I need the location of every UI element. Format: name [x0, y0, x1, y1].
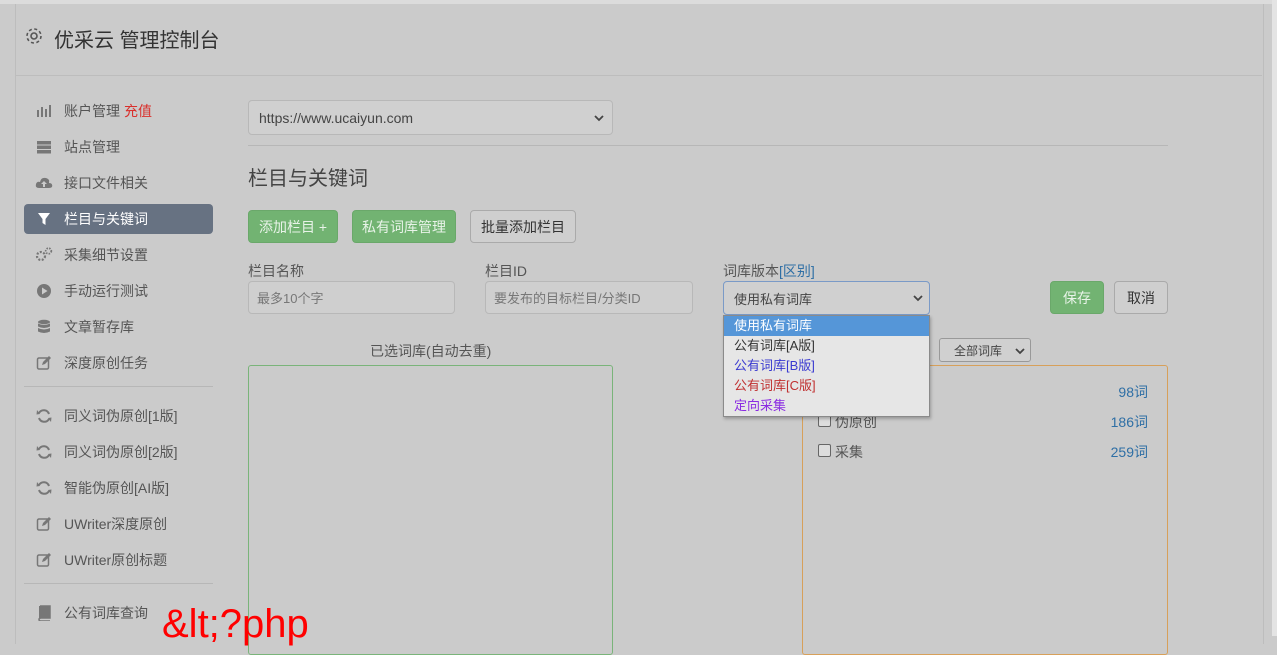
play-circle-icon: [35, 282, 53, 300]
library-checkbox[interactable]: [818, 444, 831, 457]
filter-icon: [35, 210, 53, 228]
library-count: 259词: [1110, 444, 1148, 460]
sidebar-item-ai-rewrite[interactable]: 智能伪原创[AI版]: [24, 473, 213, 503]
sidebar-divider: [24, 386, 213, 387]
sidebar-item-label: 同义词伪原创[1版]: [64, 408, 178, 424]
cancel-button[interactable]: 取消: [1114, 281, 1168, 314]
sidebar-item-sites[interactable]: 站点管理: [24, 132, 213, 162]
library-version-label: 词库版本[区别]: [723, 261, 815, 281]
dropdown-option-public-c[interactable]: 公有词库[C版]: [724, 376, 929, 396]
sidebar-item-label: 深度原创任务: [64, 355, 148, 371]
library-version-dropdown: 使用私有词库 公有词库[A版] 公有词库[B版] 公有词库[C版] 定向采集: [723, 315, 930, 417]
page-title: 优采云 管理控制台: [54, 30, 220, 52]
sidebar-item-collect-settings[interactable]: 采集细节设置: [24, 240, 213, 270]
divider: [248, 145, 1168, 146]
section-title: 栏目与关键词: [248, 168, 368, 190]
sidebar-item-label: 公有词库查询: [64, 605, 148, 621]
sidebar-item-label: 手动运行测试: [64, 283, 148, 299]
header: 优采云 管理控制台: [16, 4, 1262, 76]
sidebar-item-synonym-v1[interactable]: 同义词伪原创[1版]: [24, 401, 213, 431]
edit-icon: [35, 551, 53, 569]
library-filter-value: 全部词库: [954, 343, 1003, 358]
sidebar-item-label: 智能伪原创[AI版]: [64, 480, 170, 496]
dropdown-option-public-a[interactable]: 公有词库[A版]: [724, 336, 929, 356]
library-row[interactable]: 采集 259词: [818, 442, 1148, 462]
library-filter-select[interactable]: 全部词库: [939, 338, 1031, 362]
column-name-input[interactable]: 最多10个字: [248, 281, 455, 314]
column-name-label: 栏目名称: [248, 263, 304, 279]
edit-icon: [35, 515, 53, 533]
refresh-icon: [35, 443, 53, 461]
sidebar-item-manual-run[interactable]: 手动运行测试: [24, 276, 213, 306]
sidebar-item-article-store[interactable]: 文章暂存库: [24, 312, 213, 342]
sidebar-item-deep-original[interactable]: 深度原创任务: [24, 348, 213, 378]
sidebar-item-label: 站点管理: [64, 139, 120, 155]
column-id-label: 栏目ID: [485, 263, 527, 279]
sidebar-item-label: UWriter原创标题: [64, 552, 168, 568]
sidebar-divider: [24, 583, 213, 584]
bar-chart-icon: [35, 102, 53, 120]
book-icon: [35, 604, 53, 622]
library-name: 采集: [835, 444, 863, 460]
dropdown-option-targeted[interactable]: 定向采集: [724, 396, 929, 416]
edit-icon: [35, 354, 53, 372]
difference-link[interactable]: [区别]: [779, 263, 815, 279]
library-version-label-text: 词库版本: [723, 263, 779, 279]
chevron-down-icon: [1015, 345, 1025, 359]
selected-libraries-title: 已选词库(自动去重): [370, 343, 492, 359]
scrollbar-track[interactable]: [1272, 0, 1277, 636]
database-icon: [35, 318, 53, 336]
gear-icon: [24, 26, 44, 49]
library-version-value: 使用私有词库: [734, 291, 813, 307]
dropdown-option-public-b[interactable]: 公有词库[B版]: [724, 356, 929, 376]
dropdown-option-private[interactable]: 使用私有词库: [724, 316, 929, 336]
save-button[interactable]: 保存: [1050, 281, 1104, 314]
site-select[interactable]: https://www.ucaiyun.com: [248, 100, 613, 135]
sidebar-item-uwriter-title[interactable]: UWriter原创标题: [24, 545, 213, 575]
library-count: 186词: [1110, 414, 1148, 430]
sidebar-item-label: 采集细节设置: [64, 247, 148, 263]
private-library-button[interactable]: 私有词库管理: [352, 210, 456, 243]
column-id-input[interactable]: 要发布的目标栏目/分类ID: [485, 281, 693, 314]
refresh-icon: [35, 407, 53, 425]
sidebar-item-interface[interactable]: 接口文件相关: [24, 168, 213, 198]
site-select-value: https://www.ucaiyun.com: [259, 109, 414, 126]
chevron-down-icon: [594, 111, 604, 127]
chevron-down-icon: [913, 292, 923, 307]
overlay-php-text: &lt;?php: [162, 602, 309, 646]
add-column-button[interactable]: 添加栏目 +: [248, 210, 338, 243]
library-version-select[interactable]: 使用私有词库: [723, 281, 930, 315]
cogs-icon: [35, 246, 53, 264]
refresh-icon: [35, 479, 53, 497]
cloud-upload-icon: [35, 174, 53, 192]
recharge-link[interactable]: 充值: [124, 101, 152, 121]
server-icon: [35, 138, 53, 156]
library-count: 98词: [1118, 384, 1148, 400]
sidebar-item-label: UWriter深度原创: [64, 516, 168, 532]
sidebar-item-synonym-v2[interactable]: 同义词伪原创[2版]: [24, 437, 213, 467]
sidebar-item-label: 同义词伪原创[2版]: [64, 444, 178, 460]
sidebar-item-account[interactable]: 账户管理 充值: [24, 96, 213, 126]
sidebar-item-label: 接口文件相关: [64, 175, 148, 191]
sidebar-item-label: 栏目与关键词: [64, 211, 148, 227]
sidebar: 账户管理 充值 站点管理 接口文件相关 栏目与关键词 采集细节设置 手动运行测试…: [24, 96, 214, 634]
batch-add-column-button[interactable]: 批量添加栏目: [470, 210, 576, 243]
sidebar-item-columns-keywords[interactable]: 栏目与关键词: [24, 204, 213, 234]
sidebar-item-uwriter-deep[interactable]: UWriter深度原创: [24, 509, 213, 539]
sidebar-item-label: 账户管理: [64, 103, 120, 119]
sidebar-item-label: 文章暂存库: [64, 319, 134, 335]
